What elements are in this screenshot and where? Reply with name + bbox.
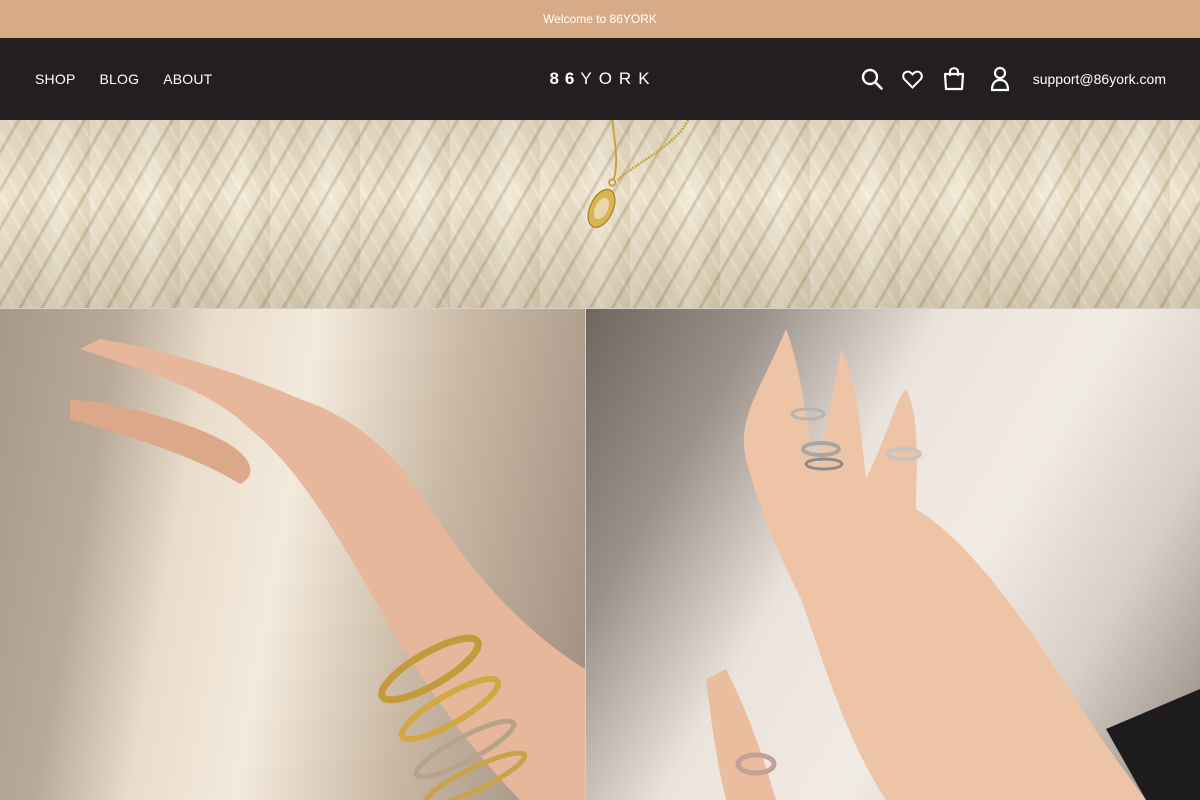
hero-image-knit-pendant xyxy=(0,120,1200,308)
announcement-text: Welcome to 86YORK xyxy=(543,12,657,26)
logo-number: 86 xyxy=(549,69,581,88)
cart-icon[interactable] xyxy=(940,65,968,93)
search-icon[interactable] xyxy=(858,65,886,93)
hero-image-bracelets xyxy=(0,309,585,800)
account-icon[interactable] xyxy=(986,65,1014,93)
announcement-bar: Welcome to 86YORK xyxy=(0,0,1200,38)
site-logo[interactable]: 86 YORK xyxy=(548,38,658,120)
nav-shop[interactable]: SHOP xyxy=(35,71,75,87)
logo-word: YORK xyxy=(580,69,657,88)
heart-icon[interactable] xyxy=(898,65,926,93)
site-header: SHOP BLOG ABOUT 86 YORK support@86york.c… xyxy=(0,38,1200,120)
hero-image-rings xyxy=(586,309,1200,800)
header-icons xyxy=(858,38,1014,120)
nav-blog[interactable]: BLOG xyxy=(99,71,139,87)
main-nav: SHOP BLOG ABOUT xyxy=(35,38,236,120)
pendant-necklace-graphic xyxy=(587,120,690,228)
hand-bracelets-graphic xyxy=(70,339,585,800)
nav-about[interactable]: ABOUT xyxy=(163,71,212,87)
support-email-link[interactable]: support@86york.com xyxy=(1033,38,1166,120)
hand-rings-graphic xyxy=(706,329,1200,800)
